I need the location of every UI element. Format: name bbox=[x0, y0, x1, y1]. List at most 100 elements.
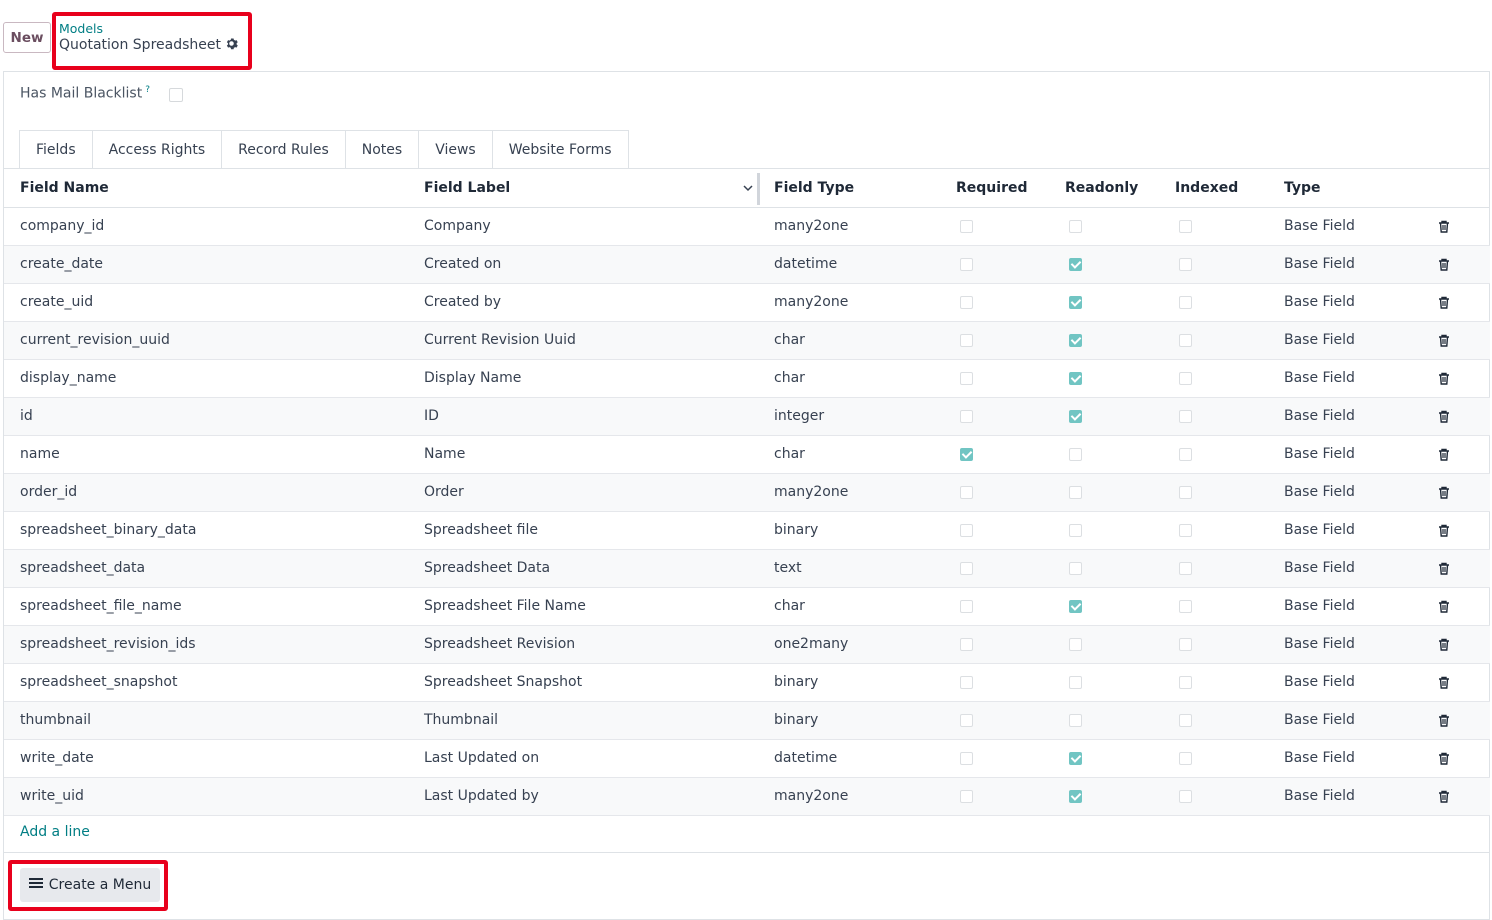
trash-icon[interactable] bbox=[1398, 777, 1490, 816]
trash-icon[interactable] bbox=[1398, 473, 1490, 512]
gear-icon[interactable] bbox=[225, 37, 238, 54]
header-type[interactable]: Type bbox=[1268, 169, 1398, 208]
table-row[interactable]: spreadsheet_binary_data Spreadsheet file b… bbox=[4, 511, 1490, 550]
tab-access-rights[interactable]: Access Rights bbox=[92, 130, 223, 169]
trash-icon[interactable] bbox=[1398, 511, 1490, 550]
table-row[interactable]: write_uid Last Updated by many2one Base Fie… bbox=[4, 777, 1490, 816]
header-indexed[interactable]: Indexed bbox=[1159, 169, 1268, 208]
table-row[interactable]: name Name char Base Field bbox=[4, 435, 1490, 474]
trash-icon[interactable] bbox=[1398, 549, 1490, 588]
trash-icon[interactable] bbox=[1398, 207, 1490, 246]
cell-required bbox=[940, 435, 1049, 474]
required-checkbox bbox=[960, 637, 973, 651]
trash-icon[interactable] bbox=[1398, 321, 1490, 360]
table-row[interactable]: id ID integer Base Field bbox=[4, 397, 1490, 436]
record-title: Quotation Spreadsheet bbox=[59, 37, 238, 54]
cell-type: Base Field bbox=[1268, 511, 1398, 550]
header-field-type[interactable]: Field Type bbox=[758, 169, 940, 208]
table-row[interactable]: spreadsheet_revision_ids Spreadsheet Revi… bbox=[4, 625, 1490, 664]
required-checkbox bbox=[960, 333, 973, 347]
cell-field-name: thumbnail bbox=[4, 701, 408, 740]
table-body: company_id Company many2one Base Field creat… bbox=[4, 207, 1490, 816]
create-menu-button[interactable]: Create a Menu bbox=[20, 868, 160, 902]
cell-field-type: binary bbox=[758, 511, 940, 550]
cell-type: Base Field bbox=[1268, 663, 1398, 702]
indexed-checkbox bbox=[1179, 485, 1192, 499]
trash-icon[interactable] bbox=[1398, 701, 1490, 740]
trash-icon[interactable] bbox=[1398, 283, 1490, 322]
trash-icon[interactable] bbox=[1398, 625, 1490, 664]
trash-icon[interactable] bbox=[1398, 739, 1490, 778]
tab-record-rules[interactable]: Record Rules bbox=[222, 130, 346, 169]
table-row[interactable]: spreadsheet_file_name Spreadsheet File Na… bbox=[4, 587, 1490, 626]
cell-field-label: Spreadsheet Revision bbox=[408, 625, 758, 664]
table-row[interactable]: create_date Created on datetime Base Field bbox=[4, 245, 1490, 284]
cell-type: Base Field bbox=[1268, 283, 1398, 322]
cell-field-name: spreadsheet_snapshot bbox=[4, 663, 408, 702]
cell-field-type: many2one bbox=[758, 777, 940, 816]
cell-field-type: datetime bbox=[758, 245, 940, 284]
table-row[interactable]: current_revision_uuid Current Revision Uu… bbox=[4, 321, 1490, 360]
trash-icon[interactable] bbox=[1398, 435, 1490, 474]
cell-type: Base Field bbox=[1268, 549, 1398, 588]
cell-field-type: one2many bbox=[758, 625, 940, 664]
table-row[interactable]: spreadsheet_data Spreadsheet Data text Base… bbox=[4, 549, 1490, 588]
readonly-checkbox bbox=[1069, 219, 1082, 233]
header-field-label[interactable]: Field Label bbox=[408, 169, 760, 208]
table-row[interactable]: write_date Last Updated on datetime Base Fi… bbox=[4, 739, 1490, 778]
readonly-checkbox bbox=[1069, 333, 1082, 347]
cell-readonly bbox=[1049, 663, 1159, 702]
required-checkbox bbox=[960, 675, 973, 689]
cell-indexed bbox=[1159, 511, 1268, 550]
table-row[interactable]: spreadsheet_snapshot Spreadsheet Snapshot… bbox=[4, 663, 1490, 702]
trash-icon[interactable] bbox=[1398, 359, 1490, 398]
tab-views[interactable]: Views bbox=[419, 130, 493, 169]
cell-indexed bbox=[1159, 473, 1268, 512]
header-readonly[interactable]: Readonly bbox=[1049, 169, 1159, 208]
tab-notes[interactable]: Notes bbox=[345, 130, 420, 169]
cell-required bbox=[940, 663, 1049, 702]
trash-icon[interactable] bbox=[1398, 245, 1490, 284]
indexed-checkbox bbox=[1179, 371, 1192, 385]
readonly-checkbox bbox=[1069, 599, 1082, 613]
trash-icon[interactable] bbox=[1398, 663, 1490, 702]
trash-icon[interactable] bbox=[1398, 587, 1490, 626]
required-checkbox bbox=[960, 371, 973, 385]
trash-icon[interactable] bbox=[1398, 397, 1490, 436]
cell-readonly bbox=[1049, 207, 1159, 246]
cell-field-name: write_date bbox=[4, 739, 408, 778]
breadcrumb-models-link[interactable]: Models bbox=[59, 21, 103, 36]
table-row[interactable]: display_name Display Name char Base Field bbox=[4, 359, 1490, 398]
cell-field-type: integer bbox=[758, 397, 940, 436]
help-tooltip-icon[interactable]: ? bbox=[145, 85, 150, 95]
table-row[interactable]: order_id Order many2one Base Field bbox=[4, 473, 1490, 512]
hamburger-icon bbox=[28, 877, 43, 893]
cell-type: Base Field bbox=[1268, 587, 1398, 626]
table-row[interactable]: company_id Company many2one Base Field bbox=[4, 207, 1490, 246]
new-button[interactable]: New bbox=[3, 22, 51, 53]
indexed-checkbox bbox=[1179, 219, 1192, 233]
cell-field-label: Spreadsheet Data bbox=[408, 549, 758, 588]
record-title-text: Quotation Spreadsheet bbox=[59, 37, 221, 53]
cell-required bbox=[940, 511, 1049, 550]
cell-readonly bbox=[1049, 283, 1159, 322]
chevron-down-icon[interactable] bbox=[742, 182, 754, 198]
cell-field-label: Name bbox=[408, 435, 758, 474]
cell-required bbox=[940, 549, 1049, 588]
readonly-checkbox bbox=[1069, 295, 1082, 309]
has-mail-blacklist-checkbox[interactable] bbox=[169, 88, 183, 102]
table-row[interactable]: thumbnail Thumbnail binary Base Field bbox=[4, 701, 1490, 740]
required-checkbox bbox=[960, 523, 973, 537]
required-checkbox bbox=[960, 751, 973, 765]
table-row[interactable]: create_uid Created by many2one Base Field bbox=[4, 283, 1490, 322]
readonly-checkbox bbox=[1069, 751, 1082, 765]
cell-type: Base Field bbox=[1268, 245, 1398, 284]
header-actions bbox=[1398, 169, 1490, 208]
cell-readonly bbox=[1049, 549, 1159, 588]
header-field-name[interactable]: Field Name bbox=[4, 169, 408, 208]
tab-fields[interactable]: Fields bbox=[19, 130, 93, 169]
cell-field-name: display_name bbox=[4, 359, 408, 398]
header-required[interactable]: Required bbox=[940, 169, 1049, 208]
add-a-line-link[interactable]: Add a line bbox=[20, 824, 90, 840]
tab-website-forms[interactable]: Website Forms bbox=[492, 130, 629, 169]
